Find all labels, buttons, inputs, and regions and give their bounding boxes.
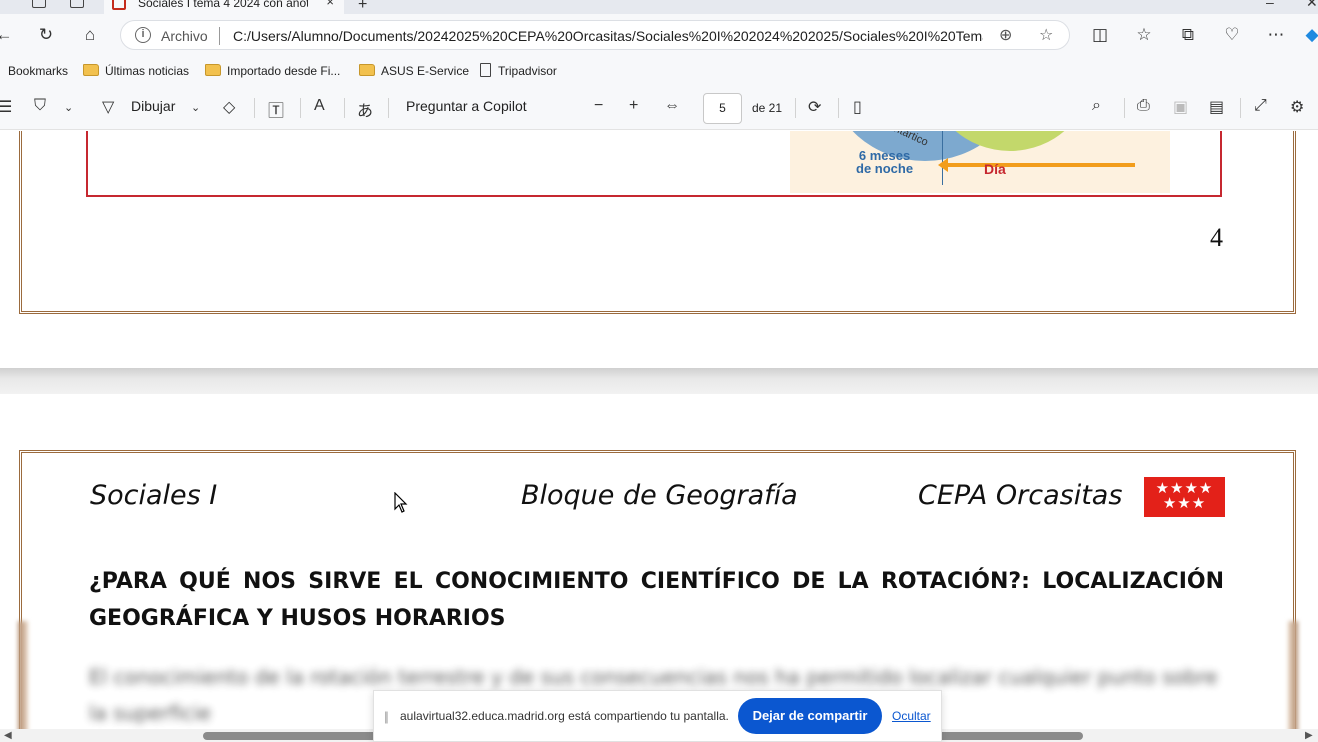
tab-actions-icon[interactable] — [70, 0, 84, 8]
header-school: CEPA Orcasitas — [918, 480, 1123, 511]
page-edge-shadow-left — [18, 621, 28, 741]
file-scheme-label: Archivo — [161, 28, 208, 44]
save-as-icon[interactable]: ▤ — [1209, 97, 1224, 117]
figure-day-label: Día — [984, 161, 1006, 177]
bookmark-label: Bookmarks — [8, 64, 69, 78]
screen-share-bar: || aulavirtual32.educa.madrid.org está c… — [373, 690, 942, 742]
scroll-left-icon[interactable]: ◀ — [4, 730, 12, 741]
split-screen-icon[interactable]: ◫ — [1088, 23, 1112, 47]
tab-close-icon[interactable]: × — [326, 0, 334, 9]
more-icon[interactable]: ⋯ — [1264, 23, 1288, 47]
read-aloud-icon[interactable]: A — [314, 97, 325, 115]
bookmark-label: Últimas noticias — [105, 64, 190, 78]
text-icon[interactable]: 🅃 — [268, 97, 284, 121]
toolbar-divider — [838, 98, 839, 118]
close-window-icon[interactable]: ✕ — [1306, 0, 1318, 11]
home-icon[interactable]: ⌂ — [78, 23, 102, 47]
fullscreen-icon[interactable]: ⤢ — [1254, 97, 1267, 115]
share-message: aulavirtual32.educa.madrid.org está comp… — [400, 709, 729, 723]
page-total-label: de 21 — [752, 101, 783, 115]
bookmark-label: Importado desde Fi... — [227, 64, 341, 78]
refresh-icon[interactable]: ↻ — [34, 23, 58, 47]
bookmark-label: ASUS E-Service — [381, 64, 470, 78]
page-separator — [0, 368, 1318, 394]
pdf-toolbar: ☰ ⛉ ⌄ ▽ Dibujar ⌄ ◇ 🅃 A あ Preguntar a Co… — [0, 86, 1318, 130]
stop-sharing-button[interactable]: Dejar de compartir — [738, 698, 882, 734]
bookmark-asus[interactable]: ASUS E-Service — [359, 64, 469, 78]
toolbar-divider — [795, 98, 796, 118]
toolbar-divider — [1124, 98, 1125, 118]
figure-arrow-icon — [938, 158, 948, 172]
zoom-icon[interactable]: ⊕ — [999, 25, 1012, 45]
page-number: 4 — [1210, 223, 1223, 252]
zoom-out-icon[interactable]: − — [594, 97, 603, 115]
figure-sunlight-line — [945, 163, 1135, 167]
workspaces-icon[interactable] — [32, 0, 46, 8]
toolbar-divider — [1240, 98, 1241, 118]
rotate-icon[interactable]: ⟳ — [808, 97, 821, 117]
star-icon[interactable]: ☆ — [1039, 25, 1053, 45]
collections-icon[interactable]: ⧉ — [1176, 23, 1200, 47]
navigation-bar: ← ↻ ⌂ i Archivo C:/Users/Alumno/Document… — [0, 14, 1318, 56]
mouse-cursor-icon — [394, 492, 408, 513]
url-text[interactable]: C:/Users/Alumno/Documents/20242025%20CEP… — [233, 28, 983, 44]
header-subject: Sociales I — [90, 480, 218, 511]
page-icon — [480, 63, 491, 77]
tab-strip: Sociales I tema 4 2024 con anotaciones ×… — [0, 0, 1318, 14]
browser-essentials-icon[interactable]: ♡ — [1220, 23, 1244, 47]
toolbar-divider — [344, 98, 345, 118]
contents-icon[interactable]: ☰ — [0, 97, 12, 117]
bookmark-bookmarks[interactable]: Bookmarks — [8, 64, 68, 78]
tab-title: Sociales I tema 4 2024 con anotaciones — [138, 0, 308, 10]
bookmarks-bar: Bookmarks Últimas noticias Importado des… — [0, 56, 1318, 86]
save-icon[interactable]: ▣ — [1173, 97, 1188, 117]
fit-width-icon[interactable]: ⇔ — [664, 97, 680, 115]
drag-handle-icon[interactable]: || — [384, 709, 389, 724]
highlight-dropdown-icon[interactable]: ⌄ — [64, 101, 73, 114]
search-icon[interactable]: ⌕ — [1092, 97, 1101, 115]
zoom-in-icon[interactable]: + — [629, 97, 638, 115]
address-bar[interactable]: i Archivo C:/Users/Alumno/Documents/2024… — [120, 20, 1070, 50]
draw-button[interactable]: Dibujar — [131, 98, 175, 114]
section-heading-line-2: GEOGRÁFICA Y HUSOS HORARIOS — [89, 606, 506, 631]
bookmark-label: Tripadvisor — [498, 64, 557, 78]
settings-icon[interactable]: ⚙ — [1290, 97, 1304, 117]
ask-copilot-button[interactable]: Preguntar a Copilot — [406, 98, 527, 114]
info-icon[interactable]: i — [135, 27, 151, 43]
page-edge-shadow-right — [1288, 621, 1298, 741]
rotation-figure: lar Antártico 6 meses de noche Día — [790, 131, 1170, 193]
favorites-icon[interactable]: ☆ — [1132, 23, 1156, 47]
bookmark-tripadvisor[interactable]: Tripadvisor — [480, 63, 557, 78]
highlight-icon[interactable]: ⛉ — [34, 97, 46, 115]
page-view-icon[interactable]: ▯ — [853, 97, 862, 117]
draw-icon[interactable]: ▽ — [102, 97, 114, 117]
header-block: Bloque de Geografía — [521, 480, 798, 511]
back-icon[interactable]: ← — [0, 23, 16, 47]
translate-icon[interactable]: あ — [357, 97, 373, 121]
bookmark-ultimas-noticias[interactable]: Últimas noticias — [83, 64, 189, 78]
bookmark-importado[interactable]: Importado desde Fi... — [205, 64, 340, 78]
eraser-icon[interactable]: ◇ — [223, 97, 235, 117]
toolbar-divider — [388, 98, 389, 118]
figure-night-label: 6 meses de noche — [856, 148, 914, 176]
folder-icon — [83, 64, 99, 76]
copilot-icon[interactable]: ◆ — [1300, 23, 1318, 47]
scroll-right-icon[interactable]: ▶ — [1305, 730, 1313, 741]
hide-link[interactable]: Ocultar — [892, 709, 931, 723]
address-divider — [219, 27, 220, 45]
page-number-input[interactable]: 5 — [703, 93, 742, 124]
tab-active-pdf[interactable]: Sociales I tema 4 2024 con anotaciones × — [104, 0, 344, 14]
madrid-flag-logo: ★★★★ ★★★ — [1144, 477, 1225, 517]
toolbar-divider — [300, 98, 301, 118]
print-icon[interactable]: ⎙ — [1137, 97, 1150, 115]
folder-icon — [205, 64, 221, 76]
toolbar-divider — [254, 98, 255, 118]
new-tab-icon[interactable]: + — [358, 0, 367, 14]
pdf-viewport[interactable]: lar Antártico 6 meses de noche Día 4 Soc… — [0, 131, 1318, 742]
folder-icon — [359, 64, 375, 76]
section-heading-line-1: ¿PARA QUÉ NOS SIRVE EL CONOCIMIENTO CIEN… — [89, 569, 1224, 594]
minimize-icon[interactable]: – — [1266, 0, 1274, 10]
draw-dropdown-icon[interactable]: ⌄ — [191, 101, 200, 114]
pdf-icon — [112, 0, 126, 10]
